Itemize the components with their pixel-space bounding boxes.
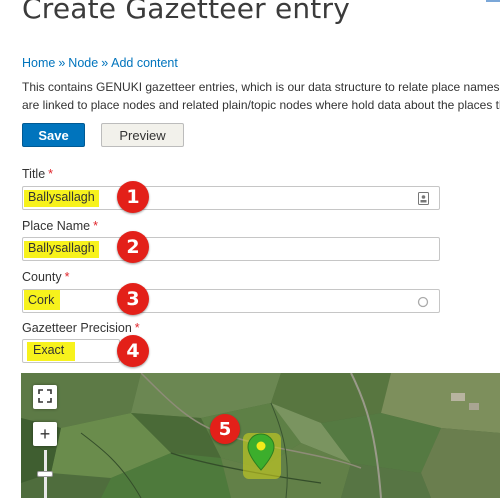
- place-name-label-text: Place Name: [22, 219, 91, 233]
- contact-card-icon[interactable]: [418, 192, 429, 210]
- content-type-description: This contains GENUKI gazetteer entries, …: [22, 78, 500, 114]
- county-input[interactable]: Cork: [22, 289, 440, 313]
- required-marker: *: [48, 167, 54, 181]
- breadcrumb-separator: »: [101, 56, 109, 70]
- top-edge-accent: [486, 0, 500, 2]
- required-marker: *: [93, 219, 98, 233]
- map-view[interactable]: [21, 373, 500, 498]
- description-line-1: This contains GENUKI gazetteer entries, …: [22, 80, 500, 94]
- required-marker: *: [64, 270, 70, 284]
- gazetteer-precision-label-text: Gazetteer Precision: [22, 321, 132, 335]
- page-title: Create Gazetteer entry: [22, 0, 350, 25]
- annotation-badge-3: 3: [117, 283, 149, 315]
- breadcrumb-home[interactable]: Home: [22, 56, 55, 70]
- place-name-value: Ballysallagh: [28, 241, 95, 255]
- annotation-badge-5: 5: [210, 414, 240, 444]
- description-line-2: are linked to place nodes and related pl…: [22, 98, 500, 112]
- place-name-label: Place Name *: [22, 219, 98, 233]
- save-button[interactable]: Save: [22, 123, 85, 147]
- title-label: Title *: [22, 167, 53, 181]
- fullscreen-button[interactable]: [33, 385, 57, 409]
- title-input[interactable]: Ballysallagh: [22, 186, 440, 210]
- annotation-badge-4: 4: [117, 335, 149, 367]
- autocomplete-throbber-icon: [417, 295, 429, 313]
- zoom-slider-thumb[interactable]: [37, 471, 53, 477]
- place-name-input[interactable]: Ballysallagh: [22, 237, 440, 261]
- gazetteer-precision-select[interactable]: Exact: [22, 339, 120, 363]
- county-value: Cork: [28, 293, 55, 307]
- title-value: Ballysallagh: [28, 190, 95, 204]
- zoom-in-button[interactable]: +: [33, 422, 57, 446]
- county-label-text: County: [22, 270, 62, 284]
- county-label: County *: [22, 270, 69, 284]
- gazetteer-precision-label: Gazetteer Precision *: [22, 321, 140, 335]
- annotation-badge-1: 1: [117, 181, 149, 213]
- breadcrumb-separator: »: [58, 56, 66, 70]
- breadcrumb: Home» Node» Add content: [22, 56, 178, 70]
- breadcrumb-add-content[interactable]: Add content: [111, 56, 178, 70]
- required-marker: *: [134, 321, 140, 335]
- annotation-badge-2: 2: [117, 231, 149, 263]
- preview-button[interactable]: Preview: [101, 123, 184, 147]
- title-label-text: Title: [22, 167, 46, 181]
- fullscreen-icon: [38, 387, 52, 408]
- precision-value: Exact: [33, 343, 65, 357]
- breadcrumb-node[interactable]: Node: [68, 56, 98, 70]
